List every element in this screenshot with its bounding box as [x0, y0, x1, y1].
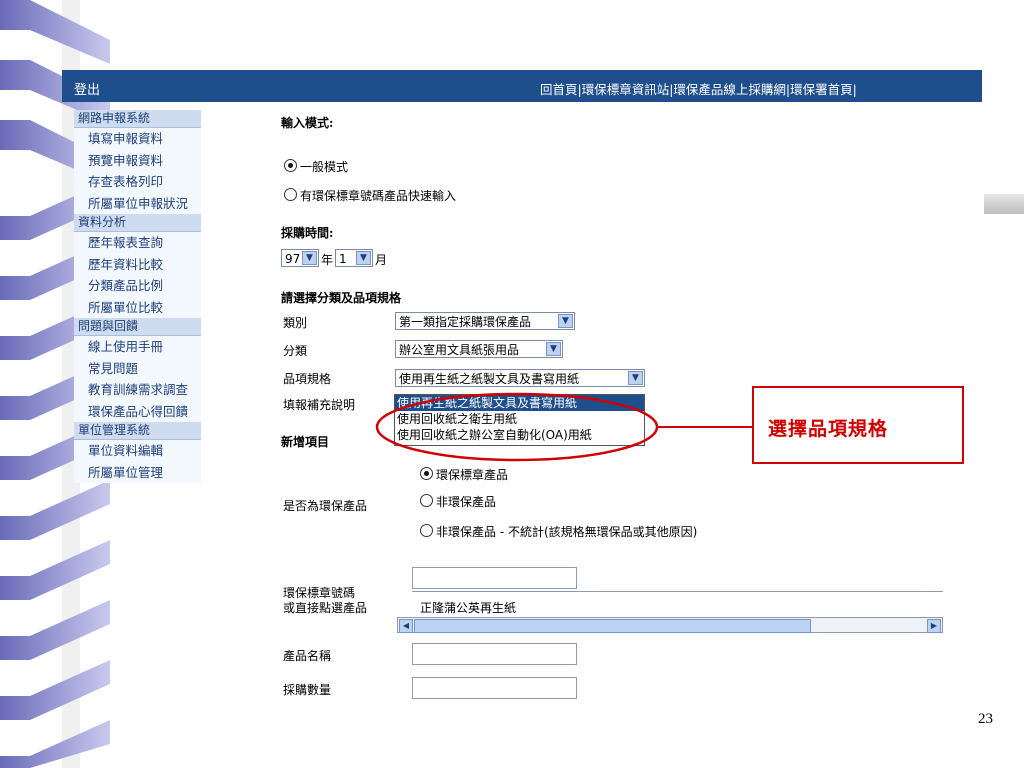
- subclass-label: 分類: [283, 344, 308, 358]
- radio-selected-icon[interactable]: [284, 159, 297, 172]
- chevron-down-icon[interactable]: ▼: [356, 251, 371, 265]
- spec-label: 品項規格: [283, 372, 332, 386]
- radio-selected-icon[interactable]: [420, 467, 433, 480]
- callout-box: 選擇品項規格: [752, 386, 964, 464]
- radio-icon[interactable]: [420, 494, 433, 507]
- class-value: 第一類指定採購環保產品: [399, 315, 532, 329]
- year-unit: 年: [321, 253, 334, 267]
- logout-link[interactable]: 登出: [74, 79, 100, 98]
- top-nav-bar: 登出 回首頁|環保標章資訊站|環保產品線上採購網|環保署首頁|: [62, 70, 982, 102]
- product-name-label: 產品名稱: [283, 649, 332, 663]
- sidebar-item[interactable]: 歷年報表查詢: [74, 232, 201, 254]
- sidebar-item[interactable]: 所屬單位管理: [74, 461, 201, 483]
- note-label: 填報補充說明: [283, 398, 356, 412]
- label-number-label-2: 或直接點選產品: [283, 601, 368, 615]
- new-item-label: 新增項目: [281, 435, 330, 449]
- scroll-right-icon[interactable]: ▶: [927, 619, 941, 633]
- sidebar-section: 網路申報系統: [74, 110, 201, 128]
- class-select[interactable]: 第一類指定採購環保產品 ▼: [395, 312, 575, 330]
- page-number: 23: [978, 711, 993, 727]
- class-label: 類別: [283, 316, 308, 330]
- mode-normal-label: 一般模式: [300, 160, 349, 174]
- sidebar-item[interactable]: 線上使用手冊: [74, 336, 201, 358]
- month-value: 1: [339, 252, 347, 266]
- decorative-side-tab: [984, 194, 1024, 214]
- callout-text: 選擇品項規格: [768, 418, 889, 440]
- subclass-value: 辦公室用文具紙張用品: [399, 343, 520, 357]
- month-unit: 月: [375, 253, 388, 267]
- green-option-2-label: 非環保產品: [436, 495, 497, 509]
- quantity-label: 採購數量: [283, 683, 332, 697]
- scroll-left-icon[interactable]: ◀: [399, 619, 413, 633]
- sidebar-item[interactable]: 分類產品比例: [74, 275, 201, 297]
- highlight-ellipse: [375, 392, 752, 462]
- is-green-label: 是否為環保產品: [283, 499, 368, 513]
- green-option-3-label: 非環保產品 - 不統計(該規格無環保品或其他原因): [436, 525, 698, 539]
- radio-icon[interactable]: [284, 188, 297, 201]
- sidebar-menu: 網路申報系統 填寫申報資料 預覽申報資料 存查表格列印 所屬單位申報狀況 資料分析 歷年報表…: [74, 110, 201, 483]
- year-select[interactable]: 97 ▼: [281, 249, 319, 267]
- scroll-thumb[interactable]: [414, 619, 811, 633]
- green-option-3[interactable]: 非環保產品 - 不統計(該規格無環保品或其他原因): [420, 523, 697, 540]
- quantity-input[interactable]: [412, 677, 577, 699]
- divider: [412, 591, 943, 592]
- sidebar-section: 資料分析: [74, 214, 201, 232]
- green-option-2[interactable]: 非環保產品: [420, 493, 496, 510]
- chevron-down-icon[interactable]: ▼: [628, 371, 643, 385]
- green-option-1-label: 環保標章產品: [436, 468, 509, 482]
- sidebar-item[interactable]: 常見問題: [74, 357, 201, 379]
- green-option-1[interactable]: 環保標章產品: [420, 466, 508, 483]
- sidebar-item[interactable]: 歷年資料比較: [74, 253, 201, 275]
- category-heading: 請選擇分類及品項規格: [281, 291, 402, 305]
- label-number-input[interactable]: [412, 567, 577, 589]
- sidebar-item[interactable]: 填寫申報資料: [74, 128, 201, 150]
- sidebar-item[interactable]: 所屬單位申報狀況: [74, 192, 201, 214]
- sidebar-item[interactable]: 單位資料編輯: [74, 440, 201, 462]
- input-mode-label: 輸入模式:: [281, 116, 334, 130]
- mode-normal-option[interactable]: 一般模式: [284, 158, 348, 175]
- sidebar-section: 問題與回饋: [74, 318, 201, 336]
- product-name-input[interactable]: [412, 643, 577, 665]
- mode-fast-label: 有環保標章號碼產品快速輸入: [300, 189, 457, 203]
- chevron-down-icon[interactable]: ▼: [302, 251, 317, 265]
- chevron-down-icon[interactable]: ▼: [558, 314, 573, 328]
- purchase-time-label: 採購時間:: [281, 226, 334, 240]
- sidebar-item[interactable]: 教育訓練需求調查: [74, 379, 201, 401]
- sidebar-item[interactable]: 存查表格列印: [74, 171, 201, 193]
- product-pick-value[interactable]: 正隆蒲公英再生紙: [420, 599, 516, 616]
- sidebar-item[interactable]: 預覽申報資料: [74, 149, 201, 171]
- horizontal-scrollbar[interactable]: ◀ ▶: [397, 617, 943, 633]
- mode-fast-option[interactable]: 有環保標章號碼產品快速輸入: [284, 187, 456, 204]
- radio-icon[interactable]: [420, 524, 433, 537]
- sidebar-item[interactable]: 所屬單位比較: [74, 296, 201, 318]
- subclass-select[interactable]: 辦公室用文具紙張用品 ▼: [395, 340, 563, 358]
- month-select[interactable]: 1 ▼: [335, 249, 373, 267]
- sidebar-item[interactable]: 環保產品心得回饋: [74, 400, 201, 422]
- year-value: 97: [285, 252, 301, 266]
- chevron-down-icon[interactable]: ▼: [546, 342, 561, 356]
- sidebar-section: 單位管理系統: [74, 422, 201, 440]
- top-links[interactable]: 回首頁|環保標章資訊站|環保產品線上採購網|環保署首頁|: [540, 79, 857, 98]
